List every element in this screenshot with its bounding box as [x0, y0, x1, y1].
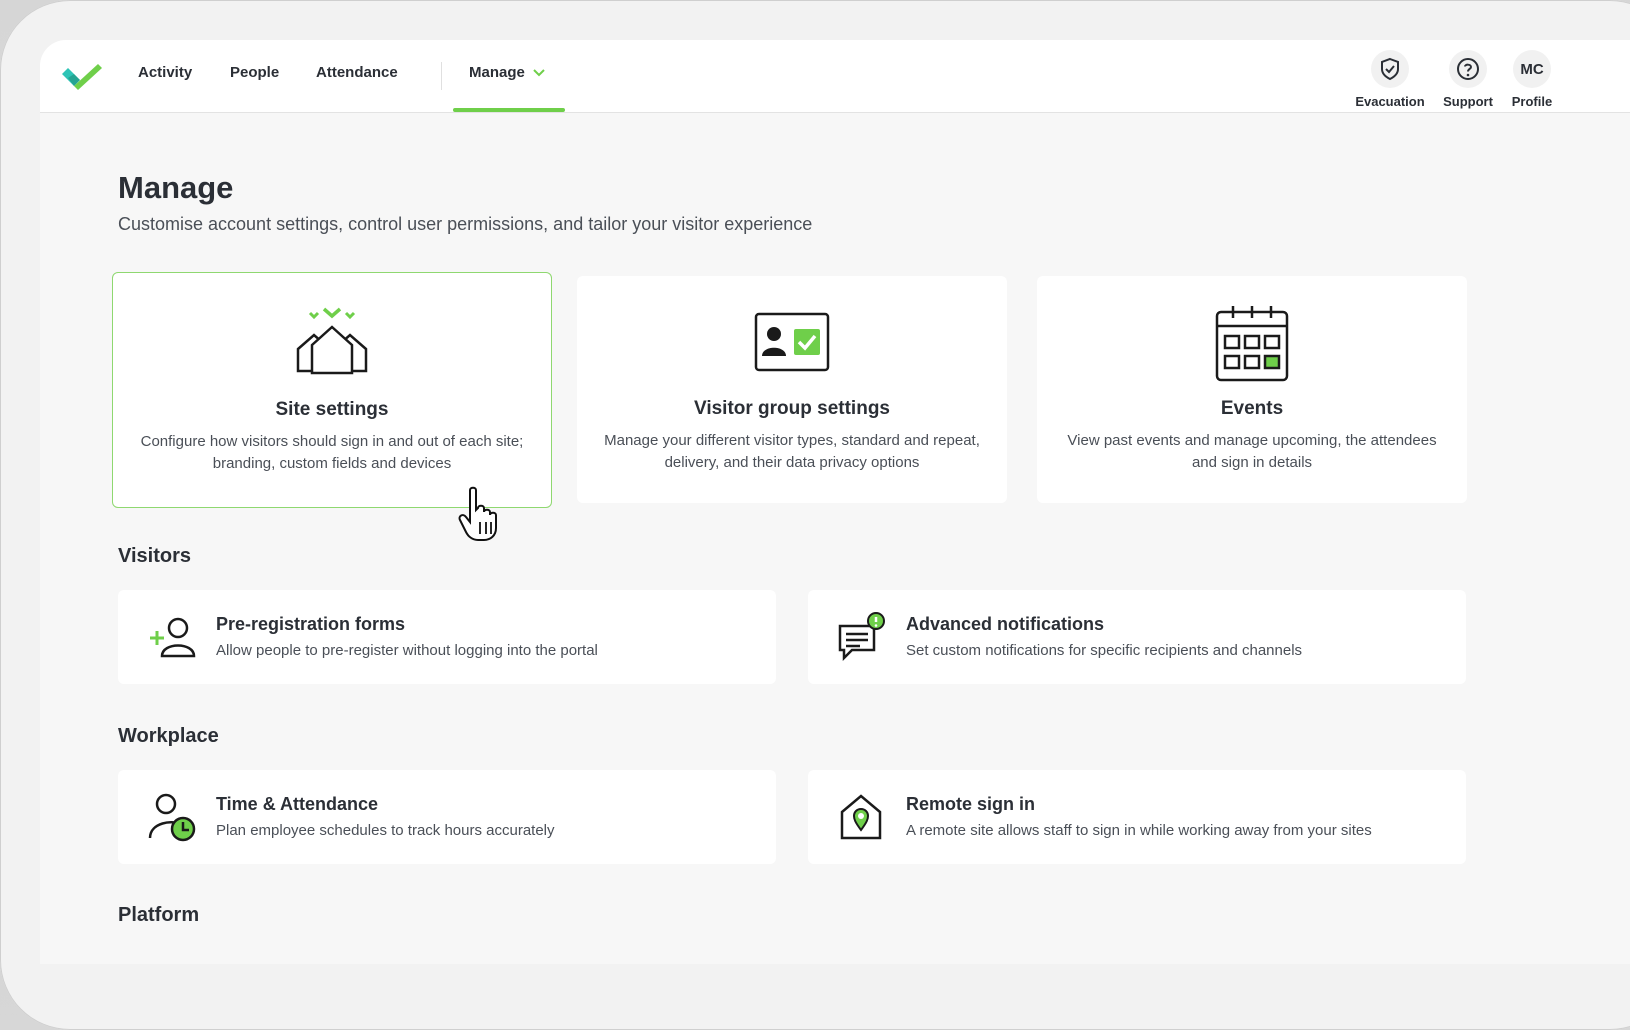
- item-title: Time & Attendance: [216, 794, 379, 814]
- item-title: Pre-registration forms: [216, 614, 406, 634]
- person-clock-icon: [148, 793, 196, 842]
- item-description: Allow people to pre-register without log…: [216, 642, 598, 659]
- app-window: Activity People Attendance Manage Evacua…: [40, 40, 1630, 964]
- nav-people[interactable]: People: [230, 64, 279, 81]
- card-description: Manage your different visitor types, sta…: [604, 432, 980, 471]
- shield-icon: [1371, 50, 1409, 88]
- avatar: MC: [1513, 50, 1551, 88]
- page-title: Manage: [118, 170, 234, 205]
- card-title: Events: [1220, 398, 1284, 419]
- id-card-icon: [754, 312, 830, 372]
- help-icon: [1449, 50, 1487, 88]
- item-description: Set custom notifications for specific re…: [906, 642, 1303, 659]
- pre-registration-forms-item[interactable]: Pre-registration forms Allow people to p…: [118, 590, 776, 684]
- profile-button[interactable]: MC Profile: [1492, 50, 1572, 109]
- page-subtitle: Customise account settings, control user…: [118, 214, 813, 234]
- nav-divider: [441, 62, 442, 90]
- add-person-icon: [150, 617, 196, 658]
- location-house-icon: [840, 794, 882, 840]
- active-tab-indicator: [453, 108, 565, 112]
- app-logo[interactable]: [58, 58, 102, 92]
- notification-icon: [838, 612, 885, 662]
- item-title: Remote sign in: [906, 794, 1036, 814]
- section-heading-workplace: Workplace: [118, 725, 219, 747]
- houses-icon: [296, 307, 368, 375]
- evacuation-button[interactable]: Evacuation: [1350, 50, 1430, 109]
- advanced-notifications-item[interactable]: Advanced notifications Set custom notifi…: [808, 590, 1466, 684]
- profile-label: Profile: [1511, 94, 1553, 109]
- top-navigation: Activity People Attendance Manage Evacua…: [40, 40, 1630, 113]
- item-description: Plan employee schedules to track hours a…: [216, 822, 555, 839]
- nav-activity[interactable]: Activity: [138, 64, 192, 81]
- card-title: Visitor group settings: [693, 398, 890, 419]
- nav-attendance[interactable]: Attendance: [316, 64, 398, 81]
- time-attendance-item[interactable]: Time & Attendance Plan employee schedule…: [118, 770, 776, 864]
- chevron-down-icon: [533, 68, 545, 76]
- calendar-icon: [1215, 306, 1289, 382]
- card-description: View past events and manage upcoming, th…: [1067, 432, 1437, 471]
- item-title: Advanced notifications: [906, 614, 1105, 634]
- card-description: Configure how visitors should sign in an…: [140, 433, 524, 472]
- section-heading-visitors: Visitors: [118, 545, 191, 567]
- hand-cursor-icon: [458, 486, 497, 541]
- nav-manage[interactable]: Manage: [469, 64, 545, 81]
- evacuation-label: Evacuation: [1355, 94, 1425, 109]
- remote-sign-in-item[interactable]: Remote sign in A remote site allows staf…: [808, 770, 1466, 864]
- nav-manage-label: Manage: [469, 64, 525, 81]
- card-title: Site settings: [275, 399, 389, 420]
- events-card[interactable]: Events View past events and manage upcom…: [1037, 276, 1467, 503]
- site-settings-card[interactable]: Site settings Configure how visitors sho…: [112, 272, 552, 508]
- section-heading-platform: Platform: [118, 904, 200, 926]
- item-description: A remote site allows staff to sign in wh…: [906, 822, 1372, 839]
- visitor-group-settings-card[interactable]: Visitor group settings Manage your diffe…: [577, 276, 1007, 503]
